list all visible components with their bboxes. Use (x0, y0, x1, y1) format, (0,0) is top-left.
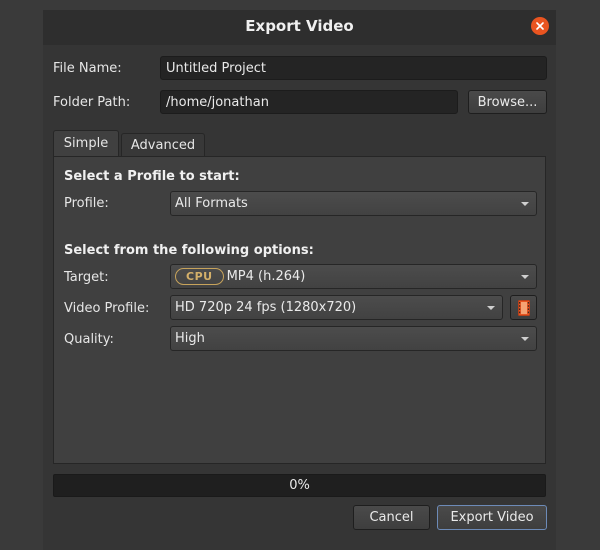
chevron-down-icon (487, 305, 495, 310)
cancel-button[interactable]: Cancel (353, 505, 430, 530)
tab-advanced[interactable]: Advanced (121, 133, 205, 157)
cpu-badge: CPU (175, 268, 224, 285)
quality-select[interactable]: High (170, 326, 537, 351)
target-select[interactable]: CPU MP4 (h.264) (170, 264, 537, 289)
target-select-content: CPU MP4 (h.264) (175, 265, 305, 288)
quality-select-value: High (175, 331, 205, 346)
profile-label: Profile: (64, 196, 109, 211)
close-button[interactable] (531, 17, 549, 35)
profile-heading: Select a Profile to start: (64, 169, 240, 184)
file-name-label: File Name: (53, 61, 122, 76)
chevron-down-icon (521, 274, 529, 279)
target-label: Target: (64, 270, 109, 285)
video-profile-edit-button[interactable] (510, 295, 537, 320)
profile-select-value: All Formats (175, 196, 248, 211)
progress-text: 0% (289, 478, 310, 493)
video-profile-label: Video Profile: (64, 301, 150, 316)
options-heading: Select from the following options: (64, 243, 314, 258)
file-name-input[interactable] (160, 56, 547, 80)
tab-simple[interactable]: Simple (53, 130, 119, 157)
dialog-title: Export Video (245, 17, 354, 35)
folder-path-input[interactable] (160, 90, 458, 114)
film-icon (517, 300, 530, 316)
quality-label: Quality: (64, 332, 114, 347)
chevron-down-icon (521, 201, 529, 206)
export-video-dialog: Export Video File Name: Folder Path: Bro… (43, 10, 556, 550)
chevron-down-icon (521, 336, 529, 341)
browse-button[interactable]: Browse... (468, 90, 547, 114)
target-select-value: MP4 (h.264) (226, 269, 306, 284)
profile-select[interactable]: All Formats (170, 191, 537, 216)
export-progress-bar: 0% (53, 474, 546, 497)
video-profile-select[interactable]: HD 720p 24 fps (1280x720) (170, 295, 503, 320)
export-video-button[interactable]: Export Video (437, 505, 547, 530)
close-icon (536, 22, 544, 30)
video-profile-select-value: HD 720p 24 fps (1280x720) (175, 300, 357, 315)
title-bar[interactable]: Export Video (43, 10, 556, 45)
simple-tab-panel: Select a Profile to start: Profile: All … (53, 156, 546, 464)
folder-path-label: Folder Path: (53, 95, 131, 110)
